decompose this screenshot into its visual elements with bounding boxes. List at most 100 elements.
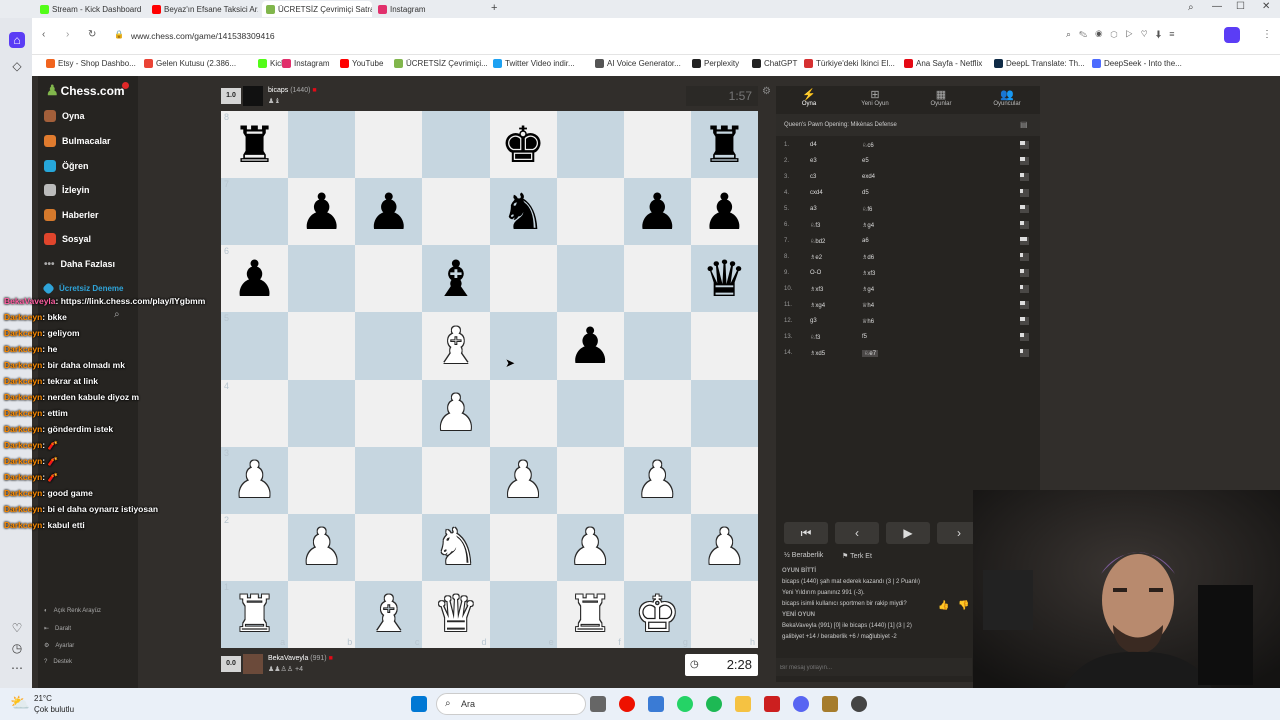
black-queen-icon[interactable]: ♛ [702,254,747,304]
white-move[interactable]: ♘f3 [810,334,820,341]
square-b1[interactable]: b [288,580,356,648]
nav-learn[interactable]: Öğren [44,156,89,176]
white-bishop-icon[interactable]: ♝ [434,321,479,371]
square-f7[interactable] [556,178,624,246]
message-input[interactable] [778,660,972,676]
square-c4[interactable] [355,379,423,447]
white-move[interactable]: cxd4 [810,190,823,196]
square-f5[interactable]: ♟ [556,312,624,380]
close-window-button[interactable]: ✕ [1262,1,1270,12]
black-move[interactable]: ♕h6 [862,318,874,325]
nav-puzzles[interactable]: Bulmacalar [44,131,111,151]
bookmark-item[interactable]: AI Voice Generator... [595,59,681,68]
black-pawn-icon[interactable]: ♟ [568,321,613,371]
white-move[interactable]: O-O [810,270,821,276]
bookmark-item[interactable]: DeepL Translate: Th... [994,59,1085,68]
square-c7[interactable]: ♟ [355,178,423,246]
bottom-player-avatar[interactable] [243,654,263,674]
square-b4[interactable] [288,379,356,447]
thumbs-down-icon[interactable]: 👎 [958,600,969,611]
square-f3[interactable] [556,446,624,514]
square-e3[interactable]: ♟ [489,446,557,514]
nav-support[interactable]: ? Destek [44,659,72,665]
square-e4[interactable] [489,379,557,447]
square-g6[interactable] [623,245,691,313]
bookmark-item[interactable]: ÜCRETSİZ Çevrimiçi... [394,59,488,68]
square-d5[interactable]: ♝ [422,312,490,380]
black-move[interactable]: ♕h4 [862,302,874,309]
square-g4[interactable] [623,379,691,447]
square-c2[interactable] [355,513,423,581]
windows-start-icon[interactable] [411,696,427,712]
square-d3[interactable] [422,446,490,514]
nav-news[interactable]: Haberler [44,205,99,225]
black-move[interactable]: ♘c6 [862,142,874,149]
white-move[interactable]: ♗xf3 [810,286,823,293]
profile-icon[interactable] [1224,27,1240,43]
white-move[interactable]: d4 [810,142,817,148]
weather-temp[interactable]: 21°C [34,694,52,703]
tab-youtube[interactable]: Beyaz'ın Efsane Taksici Ar... [148,1,258,17]
square-g1[interactable]: g ♚ [623,580,691,648]
tab-kick[interactable]: Stream - Kick Dashboard [36,1,146,17]
square-b7[interactable]: ♟ [288,178,356,246]
square-d7[interactable] [422,178,490,246]
white-move[interactable]: a3 [810,206,817,212]
thumbs-up-icon[interactable]: 👍 [938,600,949,611]
settings-gear-icon[interactable]: ⚙ [762,86,771,97]
square-b5[interactable] [288,312,356,380]
opening-name[interactable]: Queen's Pawn Opening: Mikėnas Defense [784,122,897,128]
square-e5[interactable] [489,312,557,380]
white-move[interactable]: ♘bd2 [810,238,825,245]
white-pawn-icon[interactable]: ♟ [568,522,613,572]
black-pawn-icon[interactable]: ♟ [635,187,680,237]
taskbar-search[interactable]: ⌕ Ara [436,693,586,715]
search-icon[interactable]: ⌕ [114,309,120,320]
square-h5[interactable] [690,312,758,380]
maximize-button[interactable]: ☐ [1236,1,1245,12]
address-actions-icons[interactable]: ⌕✎◉⬡▷♡⬇≡ [1066,29,1183,40]
square-b6[interactable] [288,245,356,313]
bookmark-item[interactable]: Instagram [282,59,330,68]
black-move[interactable]: ♗d6 [862,254,874,261]
square-h3[interactable] [690,446,758,514]
bookmark-item[interactable]: Twitter Video indir... [493,59,575,68]
site-logo[interactable]: ♟ Chess.com [46,82,125,99]
tab-games[interactable]: ▦ Oyunlar [908,88,974,107]
black-move[interactable]: ♗xf3 [862,270,875,277]
bookmark-item[interactable]: Türkiye'deki İkinci El... [804,59,895,68]
reload-icon[interactable]: ↻ [88,29,96,40]
white-move[interactable]: ♘f3 [810,222,820,229]
menu-icon[interactable]: ⋮ [1262,29,1272,40]
square-h2[interactable]: ♟ [690,513,758,581]
square-a1[interactable]: 1 a ♜ [221,580,289,648]
white-knight-icon[interactable]: ♞ [434,522,479,572]
square-f8[interactable] [556,111,624,179]
copilot-icon[interactable] [648,696,664,712]
white-queen-icon[interactable]: ♛ [434,589,479,639]
weather-desc[interactable]: Çok bulutlu [34,705,74,714]
top-player-name[interactable]: bicaps (1440) ■ [268,87,317,94]
square-c8[interactable] [355,111,423,179]
square-h6[interactable]: ♛ [690,245,758,313]
bookmark-item[interactable]: Ana Sayfa - Netflix [904,59,982,68]
black-move[interactable]: ♘e7 [862,350,879,357]
square-f4[interactable] [556,379,624,447]
nav-watch[interactable]: İzleyin [44,180,90,200]
black-move[interactable]: ♗g4 [862,286,874,293]
spotify-icon[interactable] [706,696,722,712]
nav-settings[interactable]: ⚙ Ayarlar [44,642,74,650]
search-tabs-icon[interactable]: ⌕ [1188,2,1194,13]
white-bishop-icon[interactable]: ♝ [366,589,411,639]
chess-board[interactable]: 8 ♜ ♚ ♜ 7 ♟ ♟ ♞ ♟ ♟ 6 ♟ ♝ ♛ 5 ♝ ♟ 4 ♟ 3 ♟ ♟ ♟ 2 ♟ ♞ ♟ ♟ 1 a ♜ b c ♝ d ♛ e f ♜ g… [221,111,758,648]
bookmark-item[interactable]: Gelen Kutusu (2.386... [144,59,236,68]
heart-icon[interactable]: ♡ [9,620,25,636]
black-bishop-icon[interactable]: ♝ [434,254,479,304]
square-d1[interactable]: d ♛ [422,580,490,648]
tab-instagram[interactable]: Instagram [374,1,484,17]
square-b2[interactable]: ♟ [288,513,356,581]
discord-icon[interactable] [793,696,809,712]
square-h8[interactable]: ♜ [690,111,758,179]
opera-taskbar-icon[interactable] [619,696,635,712]
obs-icon[interactable] [851,696,867,712]
